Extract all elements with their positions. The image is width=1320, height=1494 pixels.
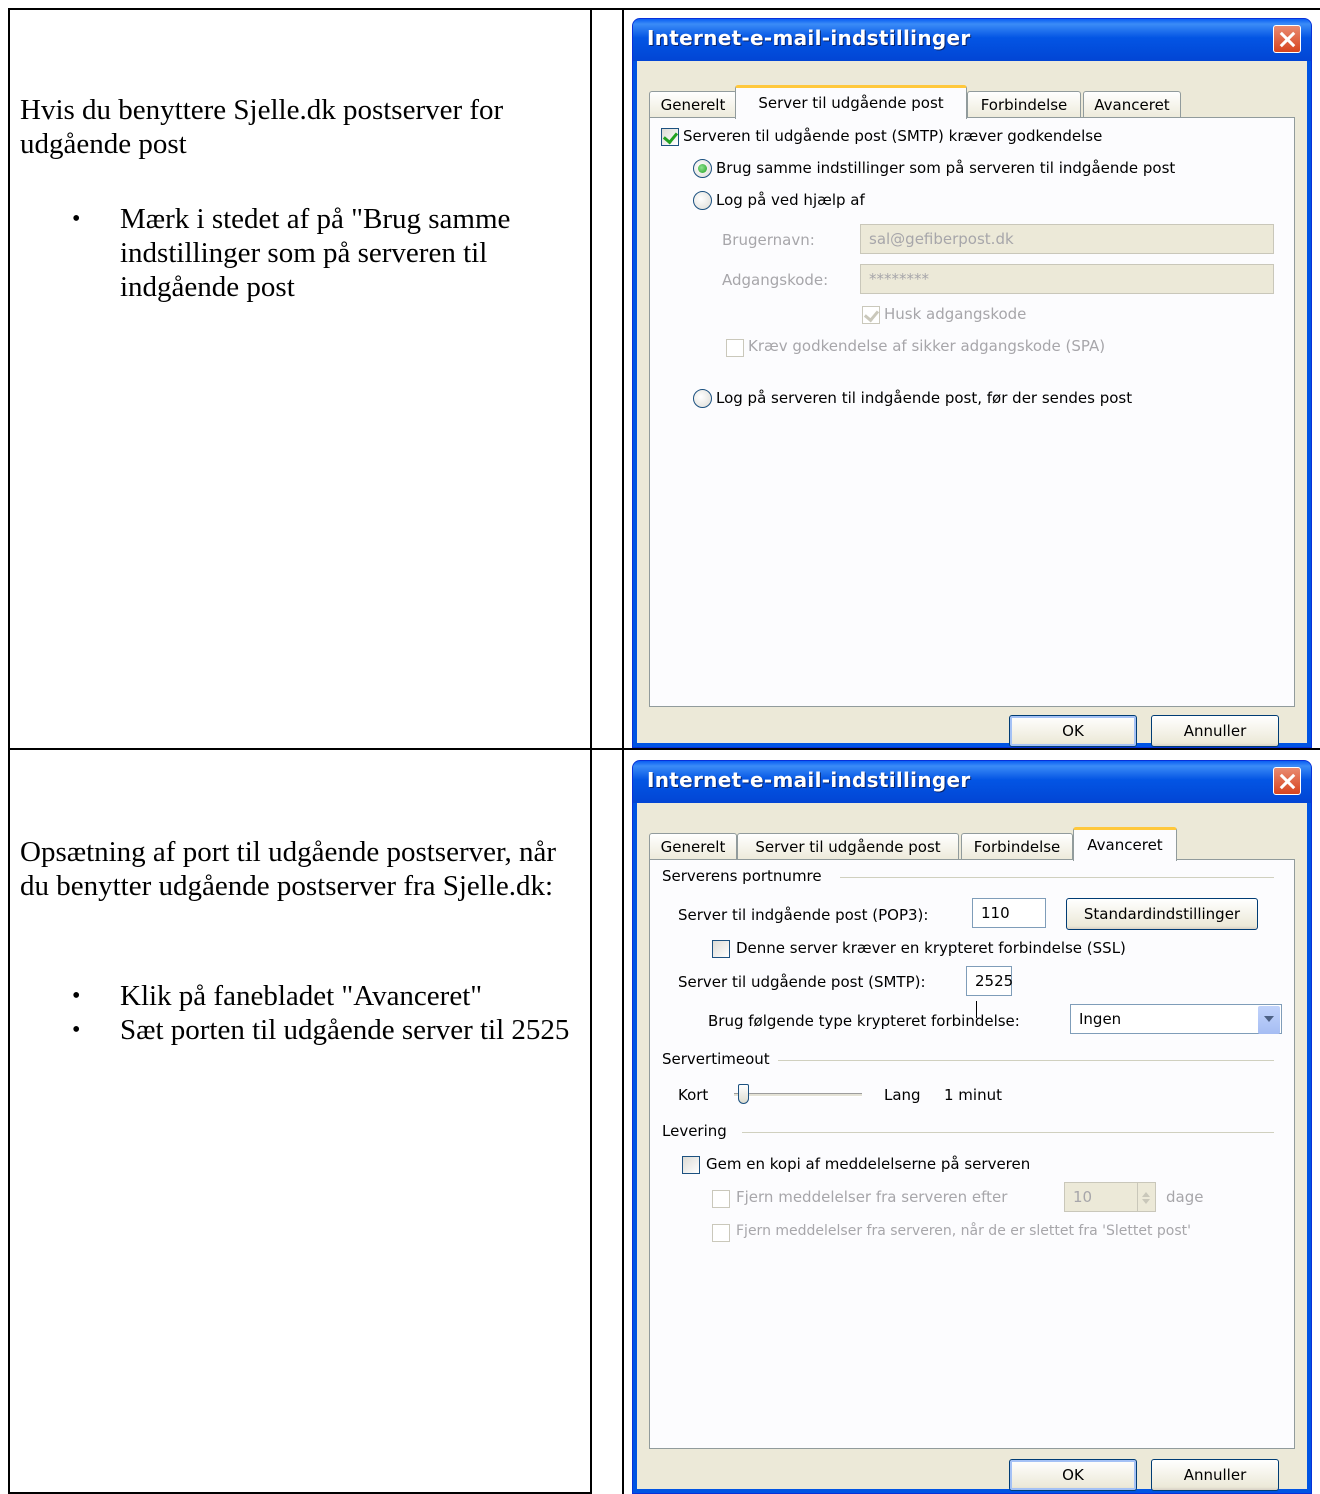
timeout-short-label: Kort bbox=[678, 1086, 709, 1104]
spacer-cell bbox=[590, 750, 624, 1494]
table-row: Opsætning af port til udgående postserve… bbox=[8, 750, 1320, 1494]
ok-button[interactable]: OK bbox=[1009, 1459, 1137, 1491]
bullet-list: Klik på fanebladet "Avanceret" Sæt porte… bbox=[50, 979, 570, 1047]
bullet-item: Sæt porten til udgående server til 2525 bbox=[50, 1013, 570, 1047]
bullet-item: Mærk i stedet af på "Brug samme indstill… bbox=[50, 202, 570, 304]
defaults-button[interactable]: Standardindstillinger bbox=[1066, 898, 1258, 930]
dialog-titlebar: Internet-e-mail-indstillinger bbox=[633, 761, 1311, 803]
smtp-auth-checkbox[interactable] bbox=[661, 128, 679, 146]
smtp-port-field[interactable]: 2525 bbox=[966, 966, 1014, 1018]
instruction-cell: Hvis du benyttere Sjelle.dk postserver f… bbox=[8, 8, 590, 750]
email-settings-dialog: Internet-e-mail-indstillinger Generelt S… bbox=[632, 18, 1312, 748]
same-settings-label: Brug samme indstillinger som på serveren… bbox=[716, 159, 1176, 177]
username-label: Brugernavn: bbox=[722, 231, 815, 249]
logon-incoming-radio[interactable] bbox=[693, 389, 712, 408]
dialog-title: Internet-e-mail-indstillinger bbox=[647, 768, 971, 792]
remember-password-label: Husk adgangskode bbox=[884, 305, 1027, 323]
screenshot-cell: Internet-e-mail-indstillinger Generelt S… bbox=[624, 8, 1320, 750]
remove-after-checkbox[interactable] bbox=[712, 1190, 730, 1208]
username-field[interactable]: sal@gefiberpost.dk bbox=[860, 224, 1274, 254]
instruction-text: Opsætning af port til udgående postserve… bbox=[20, 836, 557, 902]
chevron-down-icon[interactable] bbox=[1258, 1006, 1280, 1034]
smtp-auth-label: Serveren til udgående post (SMTP) kræver… bbox=[683, 127, 1103, 145]
logon-incoming-label: Log på serveren til indgående post, før … bbox=[716, 389, 1133, 407]
screenshot-cell: Internet-e-mail-indstillinger Generelt S… bbox=[624, 750, 1320, 1494]
instruction-text: Hvis du benyttere Sjelle.dk postserver f… bbox=[20, 94, 504, 160]
instruction-table: Hvis du benyttere Sjelle.dk postserver f… bbox=[8, 8, 1320, 1494]
dialog-titlebar: Internet-e-mail-indstillinger bbox=[633, 19, 1311, 61]
spa-label: Kræv godkendelse af sikker adgangskode (… bbox=[748, 337, 1106, 355]
cancel-button[interactable]: Annuller bbox=[1151, 715, 1279, 747]
group-divider bbox=[778, 1060, 1274, 1061]
close-button[interactable] bbox=[1273, 25, 1301, 53]
tab-panel: Serverens portnumre Server til indgående… bbox=[649, 859, 1295, 1449]
remove-deleted-label: Fjern meddelelser fra serveren, når de e… bbox=[736, 1223, 1191, 1239]
timeout-group-label: Servertimeout bbox=[662, 1050, 770, 1068]
timeout-slider-track bbox=[734, 1093, 862, 1097]
pop3-port-field[interactable]: 110 bbox=[972, 898, 1046, 928]
password-field[interactable]: ******** bbox=[860, 264, 1274, 294]
remove-days-value: 10 bbox=[1073, 1188, 1093, 1206]
bullet-list: Mærk i stedet af på "Brug samme indstill… bbox=[50, 202, 570, 304]
tab-generelt[interactable]: Generelt bbox=[649, 833, 737, 861]
cancel-button[interactable]: Annuller bbox=[1151, 1459, 1279, 1491]
tab-forbindelse[interactable]: Forbindelse bbox=[961, 833, 1073, 861]
tab-outgoing-server[interactable]: Server til udgående post bbox=[735, 85, 967, 119]
tab-panel: Serveren til udgående post (SMTP) kræver… bbox=[649, 117, 1295, 707]
tab-generelt[interactable]: Generelt bbox=[649, 91, 737, 119]
instruction-cell: Opsætning af port til udgående postserve… bbox=[8, 750, 590, 1494]
dialog-client: Generelt Server til udgående post Forbin… bbox=[637, 61, 1307, 747]
table-row: Hvis du benyttere Sjelle.dk postserver f… bbox=[8, 8, 1320, 750]
remove-after-label: Fjern meddelelser fra serveren efter bbox=[736, 1188, 1008, 1206]
days-label: dage bbox=[1166, 1188, 1204, 1206]
spinner-arrows-icon[interactable] bbox=[1137, 1183, 1155, 1211]
same-settings-radio[interactable] bbox=[693, 159, 712, 178]
remember-password-checkbox[interactable] bbox=[862, 306, 880, 324]
pop3-ssl-label: Denne server kræver en krypteret forbind… bbox=[736, 939, 1126, 957]
delivery-group-label: Levering bbox=[662, 1122, 727, 1140]
close-button[interactable] bbox=[1273, 767, 1301, 795]
ok-button[interactable]: OK bbox=[1009, 715, 1137, 747]
group-divider bbox=[840, 877, 1274, 878]
smtp-port-label: Server til udgående post (SMTP): bbox=[678, 973, 926, 991]
keep-copy-label: Gem en kopi af meddelelserne på serveren bbox=[706, 1155, 1031, 1173]
bullet-item: Klik på fanebladet "Avanceret" bbox=[50, 979, 570, 1013]
pop3-port-label: Server til indgående post (POP3): bbox=[678, 906, 929, 924]
spa-checkbox[interactable] bbox=[726, 339, 744, 357]
tab-avanceret[interactable]: Avanceret bbox=[1073, 827, 1177, 861]
timeout-slider-thumb[interactable] bbox=[738, 1084, 749, 1104]
ports-group-label: Serverens portnumre bbox=[662, 867, 822, 885]
encryption-value: Ingen bbox=[1079, 1010, 1122, 1028]
pop3-ssl-checkbox[interactable] bbox=[712, 940, 730, 958]
dialog-client: Generelt Server til udgående post Forbin… bbox=[637, 803, 1307, 1491]
group-divider bbox=[742, 1132, 1274, 1133]
encryption-select[interactable]: Ingen bbox=[1070, 1004, 1282, 1034]
email-settings-dialog: Internet-e-mail-indstillinger Generelt S… bbox=[632, 760, 1312, 1494]
tab-avanceret[interactable]: Avanceret bbox=[1083, 91, 1181, 119]
remove-days-spinner[interactable]: 10 bbox=[1064, 1182, 1156, 1212]
logon-using-label: Log på ved hjælp af bbox=[716, 191, 865, 209]
logon-using-radio[interactable] bbox=[693, 191, 712, 210]
tab-outgoing-server[interactable]: Server til udgående post bbox=[737, 833, 959, 861]
smtp-port-value: 2525 bbox=[975, 972, 1014, 990]
timeout-long-label: Lang bbox=[884, 1086, 921, 1104]
keep-copy-checkbox[interactable] bbox=[682, 1156, 700, 1174]
dialog-title: Internet-e-mail-indstillinger bbox=[647, 26, 971, 50]
spacer-cell bbox=[590, 8, 624, 750]
encryption-label: Brug følgende type krypteret forbindelse… bbox=[708, 1012, 1020, 1030]
tab-forbindelse[interactable]: Forbindelse bbox=[967, 91, 1081, 119]
password-label: Adgangskode: bbox=[722, 271, 829, 289]
remove-deleted-checkbox[interactable] bbox=[712, 1224, 730, 1242]
timeout-value: 1 minut bbox=[944, 1086, 1002, 1104]
